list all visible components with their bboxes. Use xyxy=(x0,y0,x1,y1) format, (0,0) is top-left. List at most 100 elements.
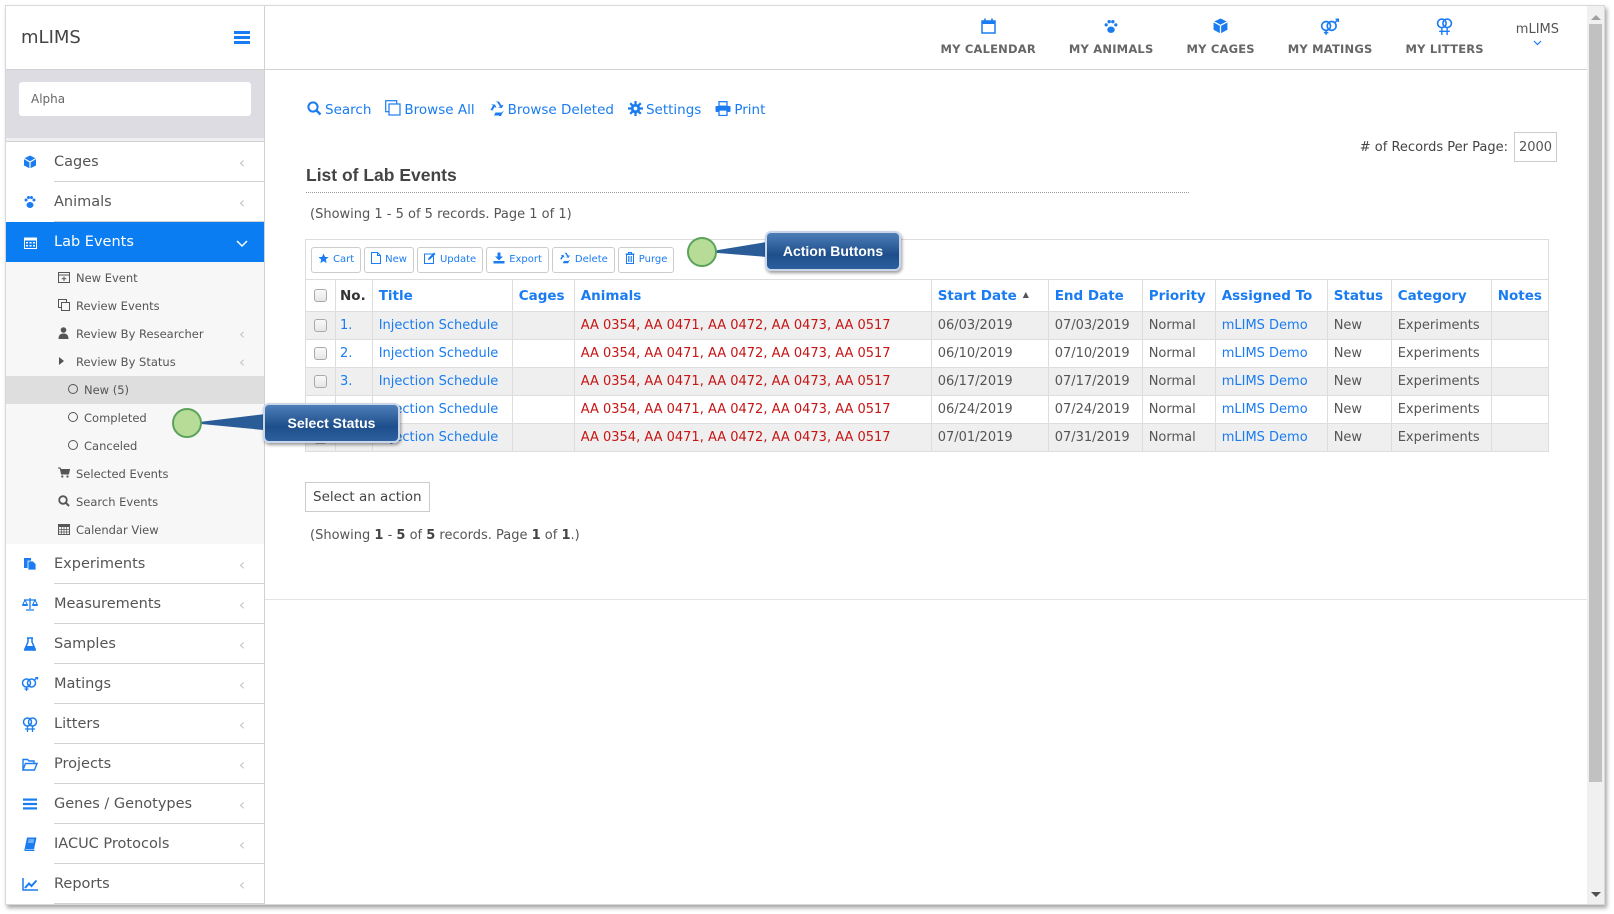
search-link[interactable]: Search xyxy=(307,100,371,120)
table-row: 4.Injection ScheduleAA 0354, AA 0471, AA… xyxy=(305,395,1550,424)
submenu-selected-events[interactable]: Selected Events xyxy=(6,460,264,488)
delete-button[interactable]: Delete xyxy=(551,246,615,273)
user-menu[interactable]: mLIMS xyxy=(1516,6,1559,49)
scroll-up-arrow-icon[interactable] xyxy=(1591,15,1601,20)
sidebar-item-label: Litters xyxy=(54,716,100,732)
sidebar-item-lab-events[interactable]: Lab Events xyxy=(6,222,264,262)
sidebar-item-iacuc-protocols[interactable]: IACUC Protocols ‹ xyxy=(6,824,264,864)
cell-no[interactable]: 2. xyxy=(335,339,373,368)
sidebar-item-label: Animals xyxy=(54,194,112,210)
topnav-my-animals[interactable]: MY ANIMALS xyxy=(1069,6,1154,56)
export-button[interactable]: Export xyxy=(486,246,549,273)
column-header-notes[interactable]: Notes xyxy=(1490,279,1550,312)
select-all-checkbox[interactable] xyxy=(314,289,327,302)
column-header-status[interactable]: Status xyxy=(1326,279,1392,312)
column-header-title[interactable]: Title xyxy=(371,279,513,312)
submenu-review-by-researcher[interactable]: Review By Researcher ‹ xyxy=(6,320,264,348)
copy-icon xyxy=(385,100,401,120)
column-header-animals[interactable]: Animals xyxy=(573,279,932,312)
sidebar-item-samples[interactable]: Samples ‹ xyxy=(6,624,264,664)
sidebar-item-litters[interactable]: Litters ‹ xyxy=(6,704,264,744)
sidebar-item-reports[interactable]: Reports ‹ xyxy=(6,864,264,904)
new-button[interactable]: New xyxy=(364,246,414,273)
cell-assigned-to[interactable]: mLIMS Demo xyxy=(1214,395,1328,424)
cell-title[interactable]: Injection Schedule xyxy=(371,311,513,340)
cell-status: New xyxy=(1326,395,1392,424)
cell-title[interactable]: Injection Schedule xyxy=(371,367,513,396)
sidebar: mLIMS Cages ‹ Animals ‹ Lab Events xyxy=(6,6,265,904)
top-navbar: MY CALENDAR MY ANIMALS MY CAGES MY MATIN… xyxy=(265,6,1604,70)
cell-animals[interactable]: AA 0354, AA 0471, AA 0472, AA 0473, AA 0… xyxy=(573,367,932,396)
row-checkbox[interactable] xyxy=(314,375,327,388)
row-checkbox[interactable] xyxy=(314,347,327,360)
column-header-category[interactable]: Category xyxy=(1390,279,1492,312)
submenu-review-by-status[interactable]: Review By Status ‹ xyxy=(6,348,264,376)
submenu-calendar-view[interactable]: Calendar View xyxy=(6,516,264,544)
hamburger-menu-icon[interactable] xyxy=(234,31,250,44)
cell-animals[interactable]: AA 0354, AA 0471, AA 0472, AA 0473, AA 0… xyxy=(573,395,932,424)
submenu-search-events[interactable]: Search Events xyxy=(6,488,264,516)
topnav-my-calendar[interactable]: MY CALENDAR xyxy=(940,6,1036,56)
cell-assigned-to[interactable]: mLIMS Demo xyxy=(1214,367,1328,396)
column-header-no[interactable]: No. xyxy=(335,279,373,312)
cell-animals[interactable]: AA 0354, AA 0471, AA 0472, AA 0473, AA 0… xyxy=(573,339,932,368)
topnav-my-litters[interactable]: MY LITTERS xyxy=(1405,6,1484,56)
topnav-my-cages[interactable]: MY CAGES xyxy=(1186,6,1255,56)
sidebar-item-cages[interactable]: Cages ‹ xyxy=(6,142,264,182)
page-scrollbar[interactable] xyxy=(1587,6,1604,904)
column-header-priority[interactable]: Priority xyxy=(1141,279,1216,312)
main-content: Search Browse All Browse Deleted Setting… xyxy=(265,70,1587,600)
cart-button[interactable]: Cart xyxy=(311,246,362,273)
action-select[interactable]: Select an action xyxy=(305,482,430,512)
cell-assigned-to[interactable]: mLIMS Demo xyxy=(1214,339,1328,368)
sidebar-search-input[interactable] xyxy=(19,82,251,116)
cell-assigned-to[interactable]: mLIMS Demo xyxy=(1214,311,1328,340)
topnav-my-matings[interactable]: MY MATINGS xyxy=(1288,6,1373,56)
sidebar-item-matings[interactable]: Matings ‹ xyxy=(6,664,264,704)
row-checkbox[interactable] xyxy=(314,319,327,332)
sidebar-item-experiments[interactable]: Experiments ‹ xyxy=(6,544,264,584)
column-header-end-date[interactable]: End Date xyxy=(1047,279,1143,312)
cell-assigned-to[interactable]: mLIMS Demo xyxy=(1214,423,1328,452)
sidebar-item-label: Genes / Genotypes xyxy=(54,796,193,812)
sidebar-item-animals[interactable]: Animals ‹ xyxy=(6,182,264,222)
cell-title[interactable]: Injection Schedule xyxy=(371,339,513,368)
column-header-start-date[interactable]: Start Date ▲ xyxy=(930,279,1049,312)
status-option-completed[interactable]: Completed xyxy=(6,404,264,432)
cell-end-date: 07/17/2019 xyxy=(1047,367,1143,396)
browse-all-link[interactable]: Browse All xyxy=(385,100,475,120)
cell-animals[interactable]: AA 0354, AA 0471, AA 0472, AA 0473, AA 0… xyxy=(573,423,932,452)
sidebar-item-projects[interactable]: Projects ‹ xyxy=(6,744,264,784)
events-table-container: Cart New Update Export Delete Purge No. … xyxy=(305,239,1550,452)
chevron-left-icon: ‹ xyxy=(238,874,246,894)
status-option-new[interactable]: New (5) xyxy=(6,376,264,404)
cell-animals[interactable]: AA 0354, AA 0471, AA 0472, AA 0473, AA 0… xyxy=(573,311,932,340)
column-header-assigned-to[interactable]: Assigned To xyxy=(1214,279,1328,312)
records-summary-bottom: (Showing 1 - 5 of 5 records. Page 1 of 1… xyxy=(310,528,580,543)
cell-start-date: 06/03/2019 xyxy=(930,311,1049,340)
sidebar-item-measurements[interactable]: Measurements ‹ xyxy=(6,584,264,624)
browse-deleted-link[interactable]: Browse Deleted xyxy=(489,101,614,120)
purge-button[interactable]: Purge xyxy=(617,246,675,273)
records-summary-top: (Showing 1 - 5 of 5 records. Page 1 of 1… xyxy=(310,207,572,222)
settings-link[interactable]: Settings xyxy=(627,100,701,120)
chevron-left-icon: ‹ xyxy=(238,634,246,654)
cell-notes xyxy=(1490,367,1550,396)
cell-no[interactable]: 3. xyxy=(335,367,373,396)
print-icon xyxy=(715,100,731,120)
submenu-review-events[interactable]: Review Events xyxy=(6,292,264,320)
records-per-page-input[interactable] xyxy=(1514,132,1557,162)
update-button[interactable]: Update xyxy=(416,246,484,273)
cell-notes xyxy=(1490,395,1550,424)
scrollbar-thumb[interactable] xyxy=(1589,24,1602,782)
status-option-canceled[interactable]: Canceled xyxy=(6,432,264,460)
print-link[interactable]: Print xyxy=(715,100,765,120)
column-header-cages[interactable]: Cages xyxy=(511,279,575,312)
row-select-cell xyxy=(305,311,336,340)
cell-no[interactable]: 1. xyxy=(335,311,373,340)
edit-icon xyxy=(423,252,436,267)
mars-venus-icon xyxy=(6,677,54,691)
submenu-new-event[interactable]: New Event xyxy=(6,264,264,292)
sidebar-item-genes[interactable]: Genes / Genotypes ‹ xyxy=(6,784,264,824)
scroll-down-arrow-icon[interactable] xyxy=(1591,892,1601,897)
